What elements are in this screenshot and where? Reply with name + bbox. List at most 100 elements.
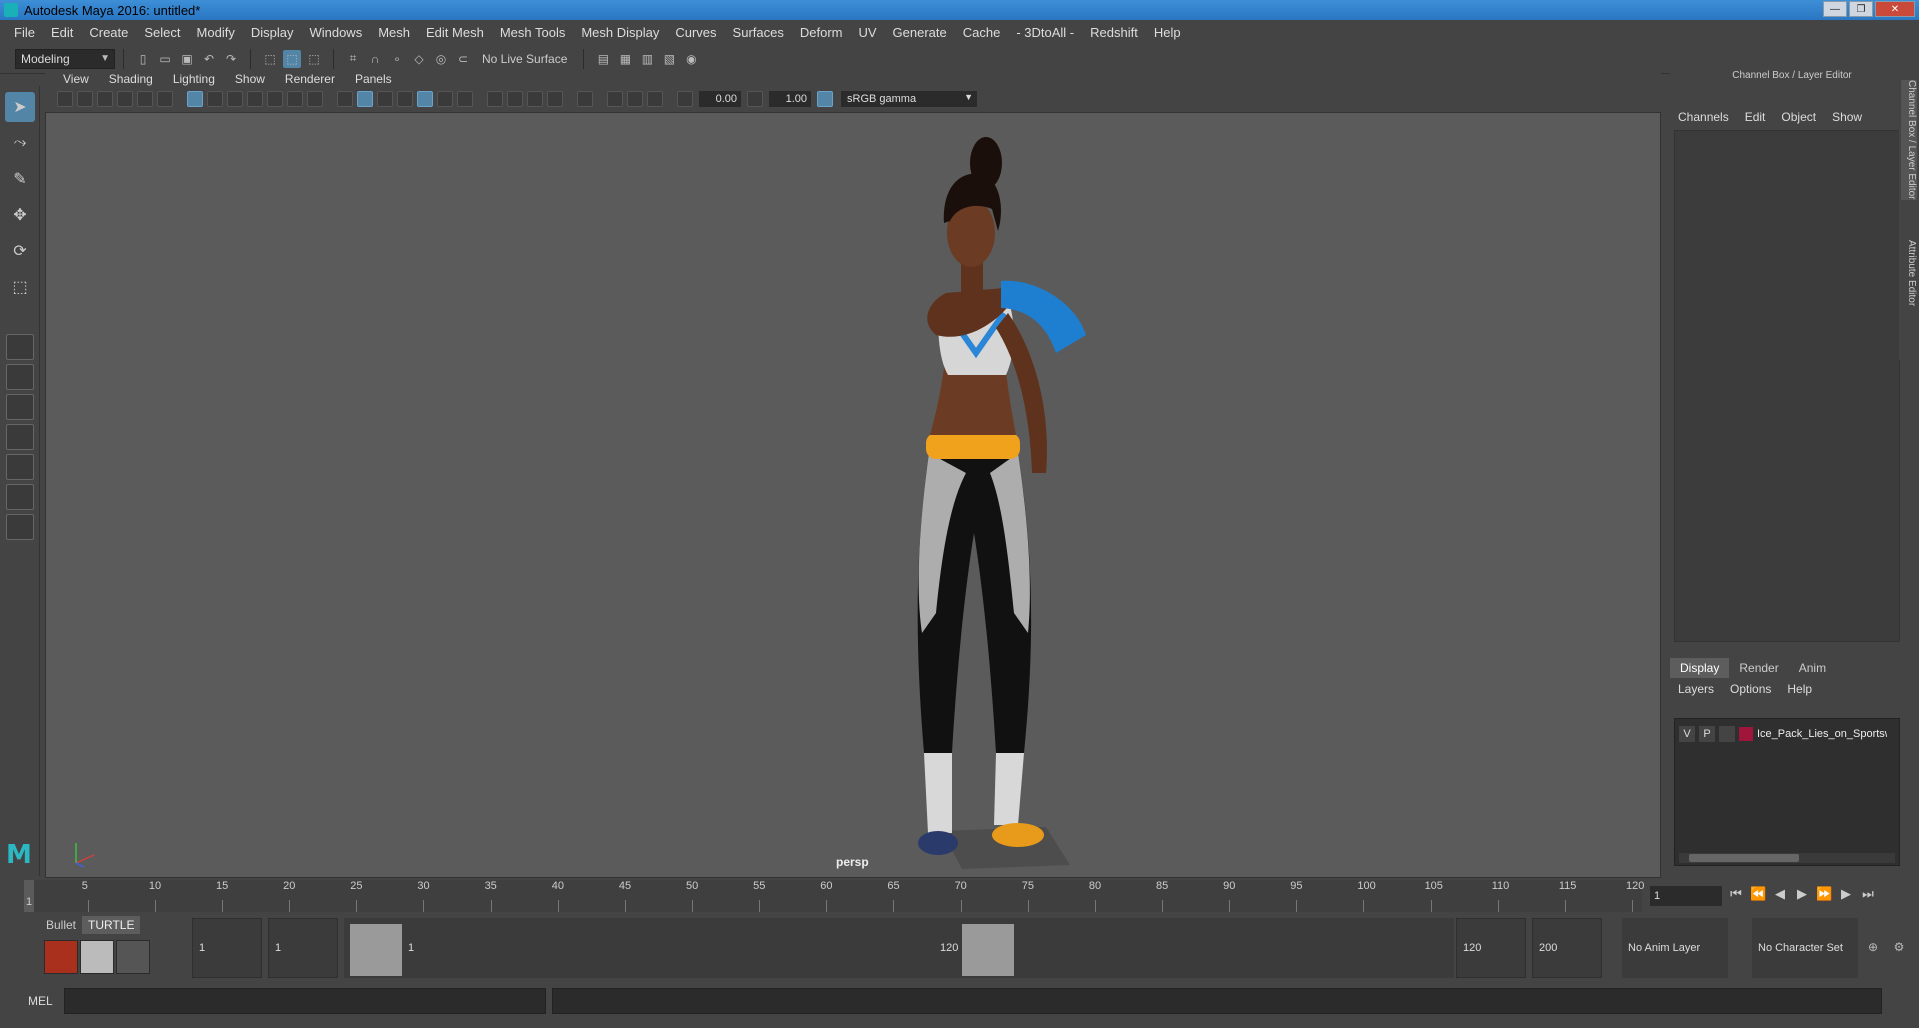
turtle-render-icon[interactable] bbox=[44, 940, 78, 974]
close-icon[interactable]: ✕ bbox=[1875, 1, 1915, 17]
xray-icon[interactable] bbox=[607, 91, 623, 107]
safe-action-icon[interactable] bbox=[287, 91, 303, 107]
new-scene-icon[interactable]: ▯ bbox=[134, 50, 152, 68]
bookmark-icon[interactable] bbox=[97, 91, 113, 107]
tab-anim[interactable]: Anim bbox=[1789, 658, 1836, 678]
current-frame-field[interactable]: 1 bbox=[1650, 886, 1722, 906]
menu-surfaces[interactable]: Surfaces bbox=[725, 25, 792, 40]
lasso-tool-icon[interactable]: ⤳ bbox=[5, 128, 35, 158]
camera-attributes-icon[interactable] bbox=[77, 91, 93, 107]
shadows-icon[interactable] bbox=[457, 91, 473, 107]
xray-joints-icon[interactable] bbox=[647, 91, 663, 107]
menu-deform[interactable]: Deform bbox=[792, 25, 851, 40]
tab-attribute-editor[interactable]: Attribute Editor bbox=[1901, 240, 1917, 306]
select-object-icon[interactable]: ⬚ bbox=[283, 49, 301, 68]
xray-active-icon[interactable] bbox=[627, 91, 643, 107]
menu-create[interactable]: Create bbox=[81, 25, 136, 40]
graph-layout-icon[interactable] bbox=[6, 454, 34, 480]
tab-display[interactable]: Display bbox=[1670, 658, 1730, 678]
auto-key-icon[interactable]: ⊕ bbox=[1864, 938, 1882, 956]
layer-color-swatch[interactable] bbox=[1739, 727, 1753, 741]
step-back-key-icon[interactable]: ⏪ bbox=[1750, 886, 1766, 902]
menu-redshift[interactable]: Redshift bbox=[1082, 25, 1146, 40]
go-to-start-icon[interactable]: ⏮ bbox=[1728, 886, 1744, 902]
menu-curves[interactable]: Curves bbox=[667, 25, 724, 40]
range-end-handle[interactable] bbox=[962, 924, 1014, 976]
layer-row[interactable]: V P Ice_Pack_Lies_on_Sportswoman bbox=[1675, 725, 1899, 743]
shelf-tab-turtle[interactable]: TURTLE bbox=[82, 916, 141, 934]
safe-title-icon[interactable] bbox=[307, 91, 323, 107]
panel-menu-lighting[interactable]: Lighting bbox=[163, 72, 225, 86]
panel-menu-view[interactable]: View bbox=[53, 72, 99, 86]
go-to-end-icon[interactable]: ⏭ bbox=[1860, 886, 1876, 902]
menu-edit[interactable]: Edit bbox=[43, 25, 81, 40]
le-menu-help[interactable]: Help bbox=[1779, 682, 1820, 696]
cb-menu-channels[interactable]: Channels bbox=[1670, 110, 1737, 128]
menu-select[interactable]: Select bbox=[136, 25, 188, 40]
screen-space-ao-icon[interactable] bbox=[487, 91, 503, 107]
character-set-select[interactable]: No Character Set bbox=[1752, 918, 1858, 978]
layer-playback-toggle[interactable]: P bbox=[1699, 726, 1715, 742]
step-back-frame-icon[interactable]: ◀ bbox=[1772, 886, 1788, 902]
maximize-icon[interactable]: ❐ bbox=[1849, 1, 1873, 17]
single-pane-layout-icon[interactable] bbox=[6, 334, 34, 360]
four-pane-layout-icon[interactable] bbox=[6, 364, 34, 390]
tab-render[interactable]: Render bbox=[1729, 658, 1788, 678]
panel-menu-shading[interactable]: Shading bbox=[99, 72, 163, 86]
le-menu-options[interactable]: Options bbox=[1722, 682, 1779, 696]
wireframe-icon[interactable] bbox=[337, 91, 353, 107]
panel-menu-show[interactable]: Show bbox=[225, 72, 275, 86]
snap-magnet-icon[interactable]: ⊂ bbox=[454, 50, 472, 68]
multisample-aa-icon[interactable] bbox=[527, 91, 543, 107]
minimize-icon[interactable]: — bbox=[1823, 1, 1847, 17]
snap-view-icon[interactable]: ◇ bbox=[410, 50, 428, 68]
paint-select-tool-icon[interactable]: ✎ bbox=[5, 164, 35, 194]
scale-tool-icon[interactable]: ⬚ bbox=[5, 272, 35, 302]
layer-visibility-toggle[interactable]: V bbox=[1679, 726, 1695, 742]
end-time-field[interactable]: 200 bbox=[1532, 918, 1602, 978]
menu-generate[interactable]: Generate bbox=[885, 25, 955, 40]
gamma-field[interactable]: 1.00 bbox=[769, 91, 811, 107]
range-bar[interactable]: 1 120 bbox=[344, 918, 1454, 978]
layer-display-type[interactable] bbox=[1719, 726, 1735, 742]
cb-menu-object[interactable]: Object bbox=[1773, 110, 1824, 128]
start-time-field[interactable]: 1 bbox=[192, 918, 262, 978]
field-chart-icon[interactable] bbox=[267, 91, 283, 107]
save-scene-icon[interactable]: ▣ bbox=[178, 50, 196, 68]
camera-icon[interactable] bbox=[57, 91, 73, 107]
redo-icon[interactable]: ↷ bbox=[222, 50, 240, 68]
menu-set-select[interactable]: Modeling ▼ bbox=[15, 48, 115, 69]
grease-pencil-icon[interactable] bbox=[157, 91, 173, 107]
step-forward-frame-icon[interactable]: ▶ bbox=[1838, 886, 1854, 902]
menu-cache[interactable]: Cache bbox=[955, 25, 1009, 40]
menu-file[interactable]: File bbox=[6, 25, 43, 40]
view-transform-select[interactable]: sRGB gamma ▼ bbox=[841, 91, 977, 107]
gamma-icon[interactable] bbox=[747, 91, 763, 107]
range-start-handle[interactable] bbox=[350, 924, 402, 976]
exposure-field[interactable]: 0.00 bbox=[699, 91, 741, 107]
tab-channel-box[interactable]: Channel Box / Layer Editor bbox=[1901, 80, 1917, 200]
anim-end-field[interactable]: 120 bbox=[1456, 918, 1526, 978]
rotate-tool-icon[interactable]: ⟳ bbox=[5, 236, 35, 266]
render-frame-icon[interactable]: ▦ bbox=[616, 50, 634, 68]
script-language-label[interactable]: MEL bbox=[28, 994, 53, 1008]
scroll-thumb[interactable] bbox=[1689, 854, 1799, 862]
depth-of-field-icon[interactable] bbox=[547, 91, 563, 107]
horizontal-scrollbar[interactable] bbox=[1679, 853, 1895, 863]
color-management-icon[interactable] bbox=[817, 91, 833, 107]
snap-curve-icon[interactable]: ∩ bbox=[366, 50, 384, 68]
layer-name[interactable]: Ice_Pack_Lies_on_Sportswoman bbox=[1757, 728, 1887, 740]
menu-windows[interactable]: Windows bbox=[301, 25, 370, 40]
menu-3dtoall[interactable]: - 3DtoAll - bbox=[1008, 25, 1082, 40]
menu-mesh[interactable]: Mesh bbox=[370, 25, 418, 40]
perspective-viewport[interactable]: persp bbox=[45, 112, 1661, 878]
menu-edit-mesh[interactable]: Edit Mesh bbox=[418, 25, 492, 40]
two-pane-layout-icon[interactable] bbox=[6, 394, 34, 420]
snap-grid-icon[interactable]: ⌗ bbox=[344, 50, 362, 68]
grid-icon[interactable] bbox=[187, 91, 203, 107]
wireframe-on-shaded-icon[interactable] bbox=[397, 91, 413, 107]
menu-help[interactable]: Help bbox=[1146, 25, 1189, 40]
live-surface-label[interactable]: No Live Surface bbox=[474, 49, 575, 69]
snap-live-icon[interactable]: ◎ bbox=[432, 50, 450, 68]
anim-start-field[interactable]: 1 bbox=[268, 918, 338, 978]
